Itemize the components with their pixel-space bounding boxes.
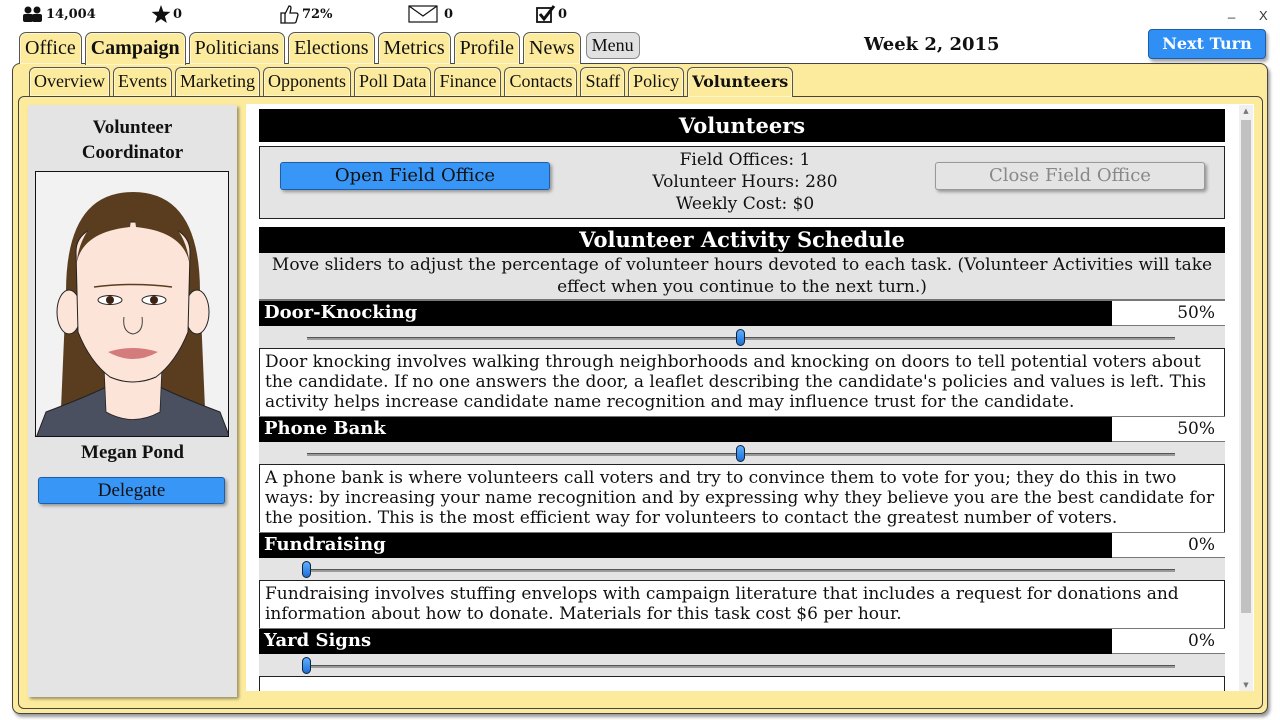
schedule-title: Volunteer Activity Schedule <box>259 227 1225 253</box>
tab-profile[interactable]: Profile <box>453 32 521 64</box>
subtab-poll-data[interactable]: Poll Data <box>353 67 432 96</box>
campaign-subtabs: Overview Events Marketing Opponents Poll… <box>29 67 794 97</box>
close-field-office-button: Close Field Office <box>935 162 1205 190</box>
activity-phone-bank: Phone Bank 50% A phone bank is where vol… <box>259 416 1225 532</box>
field-office-box: Open Field Office Field Offices: 1 Volun… <box>259 146 1225 219</box>
activity-percent: 50% <box>1112 301 1225 326</box>
activity-description <box>259 677 1225 691</box>
activity-yard-signs: Yard Signs 0% <box>259 628 1225 691</box>
tab-campaign[interactable]: Campaign <box>84 32 186 65</box>
subtab-policy[interactable]: Policy <box>628 67 685 96</box>
activity-percent: 0% <box>1112 629 1225 654</box>
tab-elections[interactable]: Elections <box>288 32 375 64</box>
subtab-marketing[interactable]: Marketing <box>174 67 260 96</box>
main-tabs: Office Campaign Politicians Elections Me… <box>19 32 640 65</box>
stars-stat: 0 <box>151 4 182 24</box>
activity-door-knocking: Door-Knocking 50% Door knocking involves… <box>259 300 1225 416</box>
slider-thumb[interactable] <box>736 329 745 346</box>
messages-count: 0 <box>444 6 454 22</box>
field-offices-count: Field Offices: 1 <box>679 150 811 170</box>
field-office-stats: Field Offices: 1 Volunteer Hours: 280 We… <box>580 149 910 215</box>
activity-name: Door-Knocking <box>259 301 1112 326</box>
slider-thumb[interactable] <box>736 445 745 462</box>
volunteers-title: Volunteers <box>259 109 1225 142</box>
tab-office[interactable]: Office <box>19 32 82 64</box>
tab-metrics[interactable]: Metrics <box>377 32 451 64</box>
activity-percent: 0% <box>1112 533 1225 558</box>
messages-stat[interactable]: 0 <box>408 4 453 24</box>
volunteers-content: Volunteers Open Field Office Field Offic… <box>246 104 1254 691</box>
activity-name: Phone Bank <box>259 417 1112 442</box>
tasks-stat[interactable]: 0 <box>536 4 567 24</box>
coordinator-portrait <box>35 171 229 437</box>
activity-name: Fundraising <box>259 533 1112 558</box>
scroll-up-icon[interactable]: ▲ <box>1239 107 1253 115</box>
slider-track <box>307 665 1175 668</box>
activity-description: Door knocking involves walking through n… <box>259 349 1225 416</box>
fundraising-slider[interactable] <box>259 558 1225 581</box>
yard-signs-slider[interactable] <box>259 654 1225 677</box>
close-window-button[interactable]: X <box>1259 8 1268 23</box>
volunteer-hours: Volunteer Hours: 280 <box>652 172 838 192</box>
activity-description: A phone bank is where volunteers call vo… <box>259 465 1225 532</box>
tab-politicians[interactable]: Politicians <box>188 32 286 64</box>
door-knocking-slider[interactable] <box>259 326 1225 349</box>
minimize-button[interactable]: _ <box>1228 4 1235 19</box>
followers-count: 14,004 <box>46 6 96 22</box>
stars-count: 0 <box>173 6 183 22</box>
activity-description: Fundraising involves stuffing envelops w… <box>259 581 1225 628</box>
star-icon <box>151 5 171 23</box>
vertical-scrollbar[interactable]: ▲ ▼ <box>1239 105 1253 691</box>
slider-thumb[interactable] <box>302 561 311 578</box>
activity-fundraising: Fundraising 0% Fundraising involves stuf… <box>259 532 1225 628</box>
checkbox-icon <box>536 5 556 23</box>
menu-button[interactable]: Menu <box>585 32 640 59</box>
weekly-cost: Weekly Cost: $0 <box>675 194 815 214</box>
coordinator-name: Megan Pond <box>81 442 184 463</box>
approval-value: 72% <box>302 6 333 22</box>
envelope-icon <box>408 5 438 23</box>
subtab-volunteers[interactable]: Volunteers <box>687 67 794 97</box>
tasks-count: 0 <box>558 6 568 22</box>
next-turn-button[interactable]: Next Turn <box>1148 29 1266 59</box>
slider-track <box>307 569 1175 572</box>
scrollbar-thumb[interactable] <box>1241 120 1251 613</box>
schedule-description: Move sliders to adjust the percentage of… <box>259 253 1225 300</box>
slider-thumb[interactable] <box>302 657 311 674</box>
coordinator-title: Volunteer Coordinator <box>28 115 237 165</box>
phone-bank-slider[interactable] <box>259 442 1225 465</box>
subtab-events[interactable]: Events <box>112 67 172 96</box>
subtab-overview[interactable]: Overview <box>29 67 110 96</box>
people-icon <box>23 6 42 22</box>
coordinator-title-line1: Volunteer <box>92 117 173 138</box>
coordinator-title-line2: Coordinator <box>81 142 184 163</box>
current-week: Week 2, 2015 <box>864 34 1000 55</box>
scroll-area: Volunteers Open Field Office Field Offic… <box>259 109 1225 691</box>
activity-percent: 50% <box>1112 417 1225 442</box>
tab-news[interactable]: News <box>523 32 581 64</box>
followers-stat: 14,004 <box>22 4 96 24</box>
coordinator-card: Volunteer Coordinator Megan Pond Delegat… <box>28 105 237 697</box>
subtab-finance[interactable]: Finance <box>434 67 502 96</box>
open-field-office-button[interactable]: Open Field Office <box>280 162 550 190</box>
subtab-contacts[interactable]: Contacts <box>504 67 578 96</box>
subtab-staff[interactable]: Staff <box>580 67 626 96</box>
thumbs-up-icon <box>280 5 299 24</box>
subtab-opponents[interactable]: Opponents <box>262 67 351 96</box>
activity-name: Yard Signs <box>259 629 1112 654</box>
approval-stat: 72% <box>280 4 332 24</box>
scroll-down-icon[interactable]: ▼ <box>1239 681 1253 689</box>
delegate-button[interactable]: Delegate <box>38 477 225 504</box>
portrait-illustration <box>36 192 228 436</box>
